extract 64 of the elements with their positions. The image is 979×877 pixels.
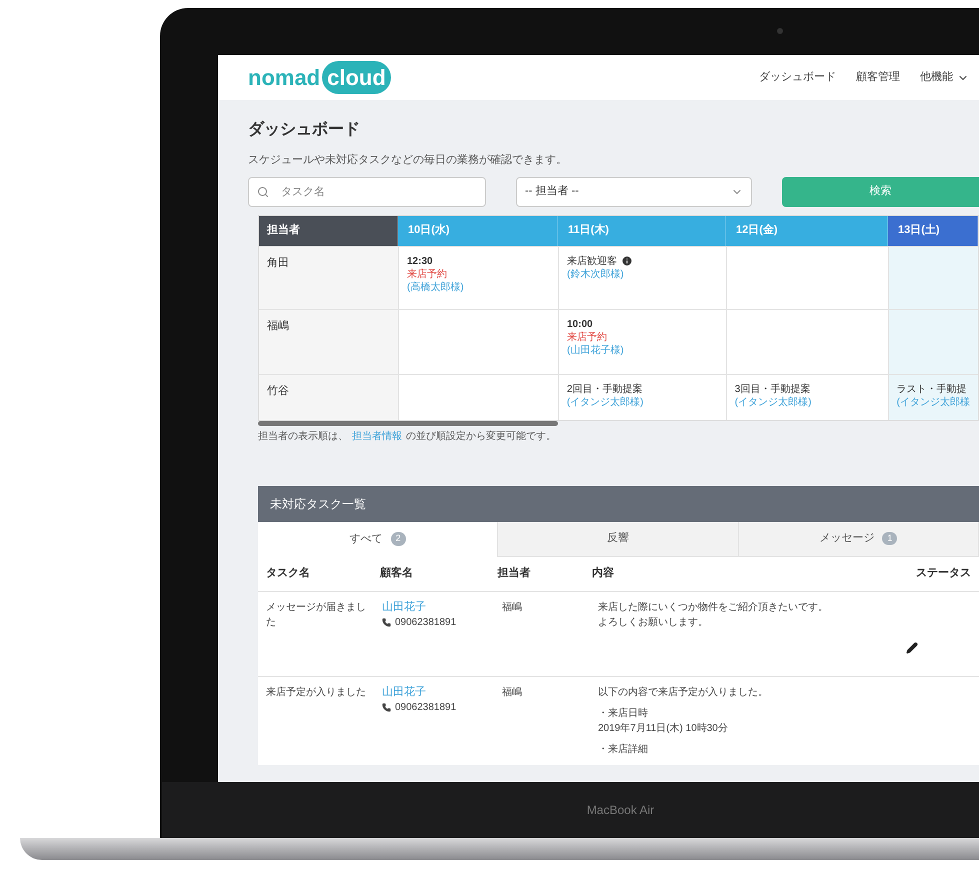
phone-number: 09062381891 bbox=[395, 616, 456, 630]
customer-link[interactable]: (イタンジ太郎様) bbox=[566, 396, 718, 408]
event-title: 3回目・手動提案 bbox=[734, 382, 810, 396]
content-text: よろしくお願いします。 bbox=[598, 616, 709, 630]
customer-link[interactable]: (山田花子様) bbox=[567, 344, 718, 356]
column-header: 11日(木) bbox=[558, 216, 726, 246]
page-title: ダッシュボード bbox=[248, 120, 361, 140]
event-title: 来店歓迎客 bbox=[567, 254, 617, 268]
search-icon bbox=[257, 186, 269, 198]
logo: nomad cloud bbox=[248, 61, 391, 94]
panel-title: 未対応タスク一覧 bbox=[258, 486, 979, 522]
nav-link[interactable]: ダッシュボード bbox=[759, 69, 836, 86]
phone-icon bbox=[382, 702, 391, 712]
column-header: 担当者 bbox=[259, 216, 398, 246]
content-heading: ・来店日時 bbox=[598, 706, 649, 720]
assignee-order-note: 担当者の表示順は、 担当者情報 の並び順設定から変更可能です。 bbox=[258, 430, 557, 444]
content-heading: ・来店詳細 bbox=[598, 742, 649, 756]
customer-link[interactable]: (イタンジ太郎様) bbox=[734, 396, 880, 408]
event-time: 12:30 bbox=[407, 254, 434, 268]
info-icon bbox=[621, 255, 633, 267]
count-badge: 1 bbox=[882, 532, 898, 546]
column-header: 担当者 bbox=[498, 566, 532, 582]
customer-link[interactable]: (高橋太郎様) bbox=[407, 280, 550, 294]
content-text: 以下の内容で来店予定が入りました。 bbox=[598, 686, 769, 700]
task-tab[interactable]: メッセージ 1 bbox=[738, 522, 979, 556]
device-label: MacBook Air bbox=[586, 802, 654, 819]
table-cell: 竹谷 bbox=[259, 374, 398, 420]
nav-link[interactable]: 顧客管理 bbox=[856, 69, 900, 86]
table-cell: 福嶋 bbox=[259, 310, 398, 374]
search-button[interactable]: 検索 bbox=[782, 176, 979, 206]
column-header: 10日(水) bbox=[398, 216, 558, 246]
customer-link[interactable]: (イタンジ太郎様 bbox=[896, 396, 970, 408]
table-cell-text: 福嶋 bbox=[502, 686, 523, 700]
customer-link[interactable]: 山田花子 bbox=[382, 684, 502, 700]
phone-number: 09062381891 bbox=[395, 700, 456, 714]
column-header: ステータス bbox=[916, 566, 971, 582]
content-text: 2019年7月11日(木) 10時30分 bbox=[598, 722, 729, 736]
event-label: 来店予約 bbox=[567, 330, 608, 344]
customer-link[interactable]: (鈴木次郎様) bbox=[567, 268, 718, 280]
phone-icon bbox=[382, 618, 391, 626]
count-badge: 2 bbox=[390, 532, 406, 546]
table-cell-text: 福嶋 bbox=[502, 600, 523, 614]
task-tab[interactable]: 反響 bbox=[498, 522, 739, 556]
page-description: スケジュールや未対応タスクなどの毎日の業務が確認できます。 bbox=[248, 152, 568, 168]
event-title: 2回目・手動提案 bbox=[566, 382, 642, 396]
column-header: 内容 bbox=[592, 566, 615, 582]
column-header: 顧客名 bbox=[380, 566, 414, 582]
search-field[interactable]: タスク名 bbox=[248, 176, 486, 206]
camera-icon bbox=[777, 28, 783, 34]
content-text: 来店した際にいくつか物件をご紹介頂きたいです。 bbox=[598, 600, 829, 614]
column-header: 13日(土) bbox=[888, 216, 978, 246]
assignee-select[interactable]: -- 担当者 -- bbox=[516, 176, 752, 206]
table-cell-text: 来店予定が入りました bbox=[266, 686, 367, 700]
customer-link[interactable]: 山田花子 bbox=[382, 600, 502, 614]
column-header: 12日(金) bbox=[726, 216, 888, 246]
event-title: ラスト・手動提 bbox=[896, 382, 967, 396]
event-time: 10:00 bbox=[567, 318, 594, 330]
table-cell: 角田 bbox=[259, 246, 398, 308]
event-label: 来店予約 bbox=[407, 268, 448, 280]
table-cell-text: メッセージが届きました bbox=[266, 600, 367, 630]
edit-icon[interactable] bbox=[906, 642, 918, 654]
nav-link[interactable]: 他機能 bbox=[920, 69, 969, 86]
column-header: タスク名 bbox=[266, 566, 311, 582]
assignee-info-link[interactable]: 担当者情報 bbox=[352, 430, 402, 442]
